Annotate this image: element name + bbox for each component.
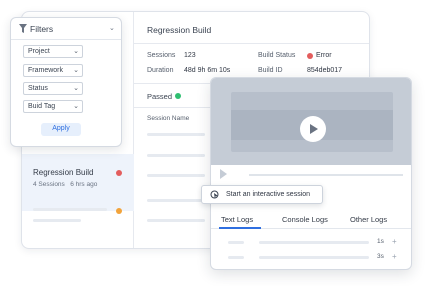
log-row-placeholder: [228, 256, 244, 259]
session-row-placeholder: [147, 154, 205, 157]
interactive-session-icon: [210, 190, 219, 199]
status-dot-error: [307, 53, 313, 59]
play-icon[interactable]: [220, 169, 227, 179]
list-item-placeholder: [33, 208, 107, 211]
session-row-placeholder: [147, 133, 205, 136]
session-row-placeholder: [147, 199, 205, 202]
build-status-value: Error: [316, 52, 332, 59]
status-dot-running: [116, 208, 122, 214]
active-tab-indicator: [219, 227, 261, 229]
sessions-value: 123: [184, 52, 196, 59]
video-seekbar[interactable]: [249, 174, 403, 176]
tab-text-logs[interactable]: Text Logs: [221, 215, 253, 224]
passed-filter[interactable]: Passed: [147, 92, 172, 101]
duration-label: Duration: [147, 67, 174, 74]
log-row-placeholder: [259, 256, 369, 259]
build-status-label: Build Status: [258, 52, 296, 59]
build-name: Regression Build: [33, 168, 94, 177]
build-meta: 4 Sessions 6 hrs ago: [33, 181, 98, 188]
framework-select[interactable]: Framework ⌄: [23, 64, 83, 77]
log-row-placeholder: [228, 241, 244, 244]
divider: [134, 43, 369, 44]
expand-icon[interactable]: +: [392, 252, 397, 261]
session-video-window: Text Logs Console Logs Other Logs 1s + 3…: [210, 77, 412, 270]
tab-console-logs[interactable]: Console Logs: [282, 215, 328, 224]
session-row-placeholder: [147, 219, 205, 222]
build-id-value: 854deb017: [307, 67, 343, 74]
start-interactive-session-button[interactable]: Start an interactive session: [201, 185, 323, 204]
filters-title: Filters: [30, 24, 54, 34]
session-row-placeholder: [147, 174, 205, 177]
apply-button[interactable]: Apply: [41, 123, 81, 136]
video-controls: [211, 165, 411, 184]
session-name-header: Session Name: [147, 115, 190, 122]
filters-toggle[interactable]: Filters ⌄: [11, 18, 121, 40]
log-time: 1s: [377, 238, 384, 245]
log-time: 3s: [377, 253, 384, 260]
chevron-down-icon: ⌄: [73, 103, 79, 110]
status-dot-passed: [175, 93, 181, 99]
log-row-placeholder: [259, 241, 369, 244]
project-select[interactable]: Project ⌄: [23, 45, 83, 58]
chevron-down-icon: ⌄: [109, 25, 115, 32]
play-icon: [310, 124, 318, 134]
expand-icon[interactable]: +: [392, 237, 397, 246]
chevron-down-icon: ⌄: [73, 85, 79, 92]
filter-icon: [19, 24, 27, 33]
interactive-session-label: Start an interactive session: [226, 191, 311, 198]
filters-panel: Filters ⌄ Project ⌄ Framework ⌄ Status ⌄…: [10, 17, 122, 147]
tab-other-logs[interactable]: Other Logs: [350, 215, 387, 224]
page-title: Regression Build: [147, 25, 212, 35]
chevron-down-icon: ⌄: [73, 67, 79, 74]
build-tag-select[interactable]: Buid Tag ⌄: [23, 100, 83, 113]
sessions-label: Sessions: [147, 52, 176, 59]
video-player[interactable]: [211, 78, 411, 165]
play-button[interactable]: [300, 116, 326, 142]
duration-value: 48d 9h 6m 10s: [184, 67, 231, 74]
status-dot-error: [116, 170, 122, 176]
status-select[interactable]: Status ⌄: [23, 82, 83, 95]
build-id-label: Build ID: [258, 67, 283, 74]
chevron-down-icon: ⌄: [73, 48, 79, 55]
list-item-placeholder: [33, 219, 81, 222]
